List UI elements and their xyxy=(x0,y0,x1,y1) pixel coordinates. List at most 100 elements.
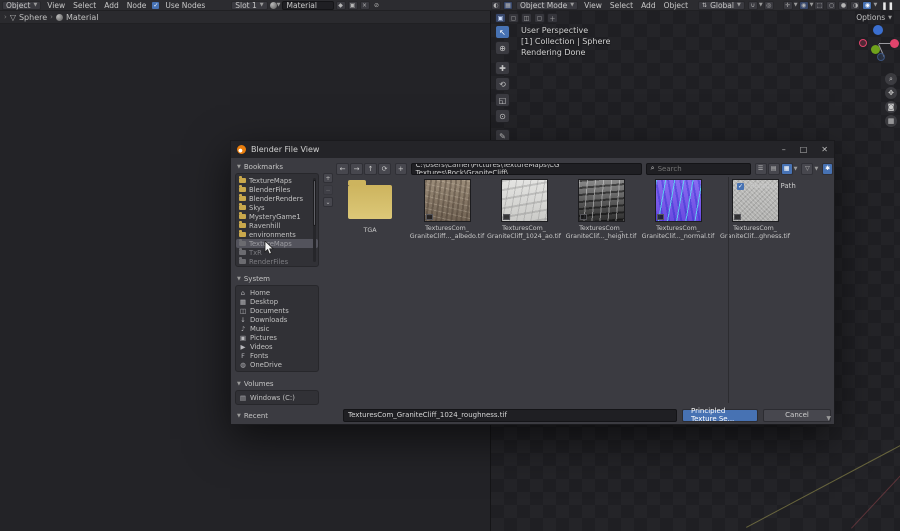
system-item[interactable]: ◍ OneDrive xyxy=(236,360,318,369)
select-tool-icon[interactable]: ↖ xyxy=(495,25,510,39)
bookmark-item[interactable]: BlenderFiles xyxy=(236,185,318,194)
new-material-copy-icon[interactable]: ▣ xyxy=(347,0,358,10)
system-item[interactable]: ⌂ Home xyxy=(236,288,318,297)
options-gear-icon[interactable]: ✱ xyxy=(822,162,833,175)
volume-item[interactable]: ▤ Windows (C:) xyxy=(236,393,318,402)
snap-magnet-icon[interactable]: ∪ xyxy=(747,0,758,10)
bookmark-item-missing[interactable]: TxR xyxy=(236,248,318,257)
menu-add[interactable]: Add xyxy=(100,1,123,10)
menu-node[interactable]: Node xyxy=(123,1,151,10)
display-thumbnail-icon[interactable]: ▦ xyxy=(780,162,793,175)
remove-bookmark-button[interactable]: − xyxy=(323,185,333,195)
pin-icon[interactable]: ⊘ xyxy=(372,1,382,10)
file-tile-folder[interactable]: TGA xyxy=(339,179,401,235)
relative-path-checkbox[interactable]: ✓ xyxy=(737,182,744,190)
fake-user-shield-icon[interactable]: ◆ xyxy=(335,0,346,10)
breadcrumb-material[interactable]: Material xyxy=(66,13,99,22)
viewport-toggle-2-icon[interactable]: ▢ xyxy=(508,13,519,23)
shading-wireframe-icon[interactable]: ○ xyxy=(826,0,837,10)
close-button[interactable]: ✕ xyxy=(821,145,828,154)
bookmark-item[interactable]: Skys xyxy=(236,203,318,212)
ao-thumbnail[interactable] xyxy=(500,179,548,222)
menu-select[interactable]: Select xyxy=(69,1,100,10)
system-item[interactable]: ▶ Videos xyxy=(236,342,318,351)
parent-dir-button[interactable]: ↑ xyxy=(364,162,377,175)
bookmark-more-button[interactable]: ⌄ xyxy=(323,197,333,207)
dialog-titlebar[interactable]: Blender File View – □ ✕ xyxy=(231,141,834,158)
breadcrumb-object[interactable]: Sphere xyxy=(19,13,47,22)
menu-view[interactable]: View xyxy=(43,1,69,10)
transform-orientation-dropdown[interactable]: ⇅ Global ▼ xyxy=(698,0,745,10)
move-tool-icon[interactable]: ✚ xyxy=(495,61,510,75)
system-item[interactable]: ▦ Desktop xyxy=(236,297,318,306)
viewport-toggle-3-icon[interactable]: ◫ xyxy=(521,13,532,23)
material-preview-icon[interactable] xyxy=(269,1,277,9)
bookmarks-section-header[interactable]: ▼ Bookmarks xyxy=(235,161,333,173)
shading-rendered-icon[interactable]: ◉ xyxy=(862,0,873,10)
scale-tool-icon[interactable]: ◱ xyxy=(495,93,510,107)
accept-button[interactable]: Principled Texture Se... xyxy=(682,407,758,423)
use-nodes-checkbox[interactable]: ✓ xyxy=(152,1,160,9)
cursor-tool-icon[interactable]: ⊕ xyxy=(495,41,510,55)
bookmark-item-missing[interactable]: RenderFiles xyxy=(236,257,318,266)
system-section-header[interactable]: ▼ System xyxy=(235,273,333,285)
path-field[interactable]: C:\Users\Camer\Pictures\TextureMaps\CG T… xyxy=(410,162,642,175)
unlink-material-icon[interactable]: × xyxy=(359,0,370,10)
bookmark-item-missing-selected[interactable]: TextureMaps xyxy=(236,239,318,248)
slot-dropdown[interactable]: Slot 1 ▼ xyxy=(231,0,268,10)
filter-icon[interactable]: ▽ xyxy=(801,162,814,175)
camera-view-icon[interactable]: ◙ xyxy=(885,101,897,113)
filename-input[interactable] xyxy=(348,411,672,419)
pause-render-icon[interactable]: ❚❚ xyxy=(877,1,898,10)
vp-menu-view[interactable]: View xyxy=(580,1,606,10)
albedo-thumbnail[interactable] xyxy=(423,179,471,222)
file-tile-normal[interactable]: TexturesCom_ GraniteClif..._normal.tif xyxy=(642,179,714,240)
rotate-tool-icon[interactable]: ⟲ xyxy=(495,77,510,91)
viewport-editor-type-icon[interactable]: ◐ xyxy=(491,0,501,10)
forward-button[interactable]: → xyxy=(350,162,363,175)
maximize-button[interactable]: □ xyxy=(800,145,808,154)
shading-solid-icon[interactable]: ● xyxy=(838,0,849,10)
proportional-edit-icon[interactable]: ◎ xyxy=(763,0,774,10)
pan-hand-icon[interactable]: ✥ xyxy=(885,87,897,99)
volumes-section-header[interactable]: ▼ Volumes xyxy=(235,378,333,390)
transform-tool-icon[interactable]: ⊙ xyxy=(495,109,510,123)
file-tile-height[interactable]: TexturesCom_ GraniteClif..._height.tif xyxy=(566,179,636,240)
vp-menu-object[interactable]: Object xyxy=(660,1,692,10)
options-dropdown[interactable]: Options ▼ xyxy=(856,13,892,22)
system-item[interactable]: ▣ Pictures xyxy=(236,333,318,342)
vp-menu-add[interactable]: Add xyxy=(637,1,660,10)
xray-toggle-icon[interactable]: ⬚ xyxy=(814,0,825,10)
create-folder-button[interactable]: + xyxy=(395,162,407,175)
zoom-icon[interactable]: ⌕ xyxy=(885,73,897,85)
material-name-field[interactable]: Material xyxy=(281,0,334,10)
folder-thumbnail[interactable] xyxy=(348,180,392,219)
gizmos-toggle-icon[interactable]: ✛ xyxy=(782,0,793,10)
viewport-toggle-1-icon[interactable]: ▣ xyxy=(495,13,506,23)
gizmo-x-axis[interactable] xyxy=(890,39,899,48)
vp-menu-select[interactable]: Select xyxy=(606,1,637,10)
editor-type-dropdown[interactable]: Object ▼ xyxy=(2,0,42,10)
shading-material-icon[interactable]: ◑ xyxy=(850,0,861,10)
cancel-button[interactable]: Cancel xyxy=(763,408,831,422)
bookmark-item[interactable]: environments xyxy=(236,230,318,239)
bookmark-item[interactable]: BlenderRenders xyxy=(236,194,318,203)
display-horizontal-list-icon[interactable]: ▤ xyxy=(767,162,780,175)
overlays-toggle-icon[interactable]: ◉ xyxy=(798,0,809,10)
system-item[interactable]: ◫ Documents xyxy=(236,306,318,315)
file-tile-ao[interactable]: TexturesCom_ GraniteCliff_1024_ao.tif xyxy=(487,179,561,240)
display-vertical-list-icon[interactable]: ☰ xyxy=(754,162,767,175)
minimize-button[interactable]: – xyxy=(782,145,786,154)
gizmo-x-neg[interactable] xyxy=(859,39,867,47)
system-item[interactable]: ↓ Downloads xyxy=(236,315,318,324)
bookmark-item[interactable]: TextureMaps xyxy=(236,176,318,185)
search-field[interactable]: ⌕ xyxy=(645,162,751,175)
normal-thumbnail[interactable] xyxy=(654,179,702,222)
bookmark-item[interactable]: Ravenhill xyxy=(236,221,318,230)
bookmark-item[interactable]: MysteryGame1 xyxy=(236,212,318,221)
file-tile-albedo[interactable]: TexturesCom_ GraniteCliff..._albedo.tif xyxy=(410,179,484,240)
filename-field[interactable] xyxy=(343,408,677,422)
height-thumbnail[interactable] xyxy=(577,179,625,222)
add-bookmark-button[interactable]: + xyxy=(323,173,333,183)
system-item[interactable]: F Fonts xyxy=(236,351,318,360)
